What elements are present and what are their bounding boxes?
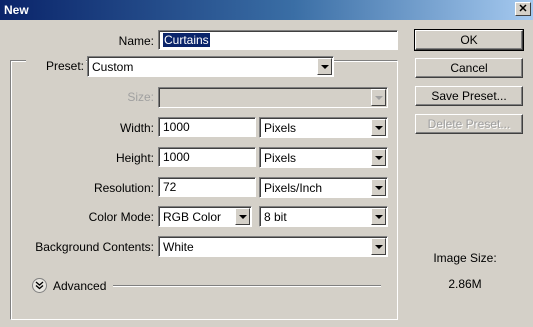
close-icon: ✕ [518,2,528,15]
image-size-value: 2.86M [448,277,482,291]
chevron-down-icon [374,214,383,219]
chevron-down-icon [374,155,383,160]
color-mode-label: Color Mode: [88,210,154,224]
chevron-down-icon [374,244,383,249]
resolution-unit-select[interactable]: Pixels/Inch [259,177,388,198]
close-button[interactable]: ✕ [515,2,531,16]
preset-dropdown-button[interactable] [317,58,332,75]
background-contents-label: Background Contents: [35,240,154,254]
height-unit-select[interactable]: Pixels [259,147,388,168]
size-dropdown-button [371,89,386,106]
bit-depth-select[interactable]: 8 bit [259,206,388,227]
size-select [158,87,388,108]
chevron-double-down-icon[interactable] [32,278,47,293]
name-input[interactable]: Curtains [158,30,398,50]
ok-button-label: OK [460,33,478,47]
resolution-input[interactable]: 72 [158,177,256,197]
color-mode-select[interactable]: RGB Color [158,206,252,227]
background-contents-select[interactable]: White [158,236,388,257]
height-unit-dropdown-button[interactable] [371,149,386,166]
background-contents-value: White [163,240,194,254]
advanced-label[interactable]: Advanced [53,279,106,293]
advanced-toggle-glyph [35,281,44,290]
height-unit-value: Pixels [264,151,297,165]
width-unit-select[interactable]: Pixels [259,117,388,138]
bit-depth-dropdown-button[interactable] [371,208,386,225]
save-preset-button-label: Save Preset... [431,89,507,103]
delete-preset-button: Delete Preset... [415,114,523,134]
width-input[interactable]: 1000 [158,117,256,137]
chevron-down-icon [374,125,383,130]
chevron-down-icon [374,95,383,100]
width-value: 1000 [163,120,190,134]
window-title: New [4,3,29,17]
save-preset-button[interactable]: Save Preset... [415,86,523,106]
height-value: 1000 [163,150,190,164]
delete-preset-button-label: Delete Preset... [427,117,511,131]
resolution-label: Resolution: [93,181,154,195]
height-input[interactable]: 1000 [158,147,256,167]
width-unit-value: Pixels [264,121,297,135]
ok-button[interactable]: OK [414,29,524,51]
advanced-divider [113,285,381,287]
cancel-button-label: Cancel [450,61,488,75]
height-label: Height: [115,151,154,165]
color-mode-value: RGB Color [163,210,222,224]
bit-depth-value: 8 bit [264,210,287,224]
preset-value: Custom [92,60,134,74]
name-value: Curtains [163,33,210,47]
preset-label: Preset: [26,59,86,73]
width-unit-dropdown-button[interactable] [371,119,386,136]
background-contents-dropdown-button[interactable] [371,238,386,255]
resolution-unit-value: Pixels/Inch [264,181,323,195]
width-label: Width: [119,121,154,135]
resolution-unit-dropdown-button[interactable] [371,179,386,196]
preset-select[interactable]: Custom [87,56,334,77]
chevron-down-icon [374,185,383,190]
resolution-value: 72 [163,180,177,194]
image-size-label: Image Size: [433,251,497,265]
chevron-down-icon [238,214,247,219]
size-label: Size: [127,90,154,104]
color-mode-dropdown-button[interactable] [235,208,250,225]
title-bar: New ✕ [0,0,533,20]
name-label: Name: [118,34,154,48]
chevron-down-icon [320,64,329,69]
cancel-button[interactable]: Cancel [415,58,523,78]
